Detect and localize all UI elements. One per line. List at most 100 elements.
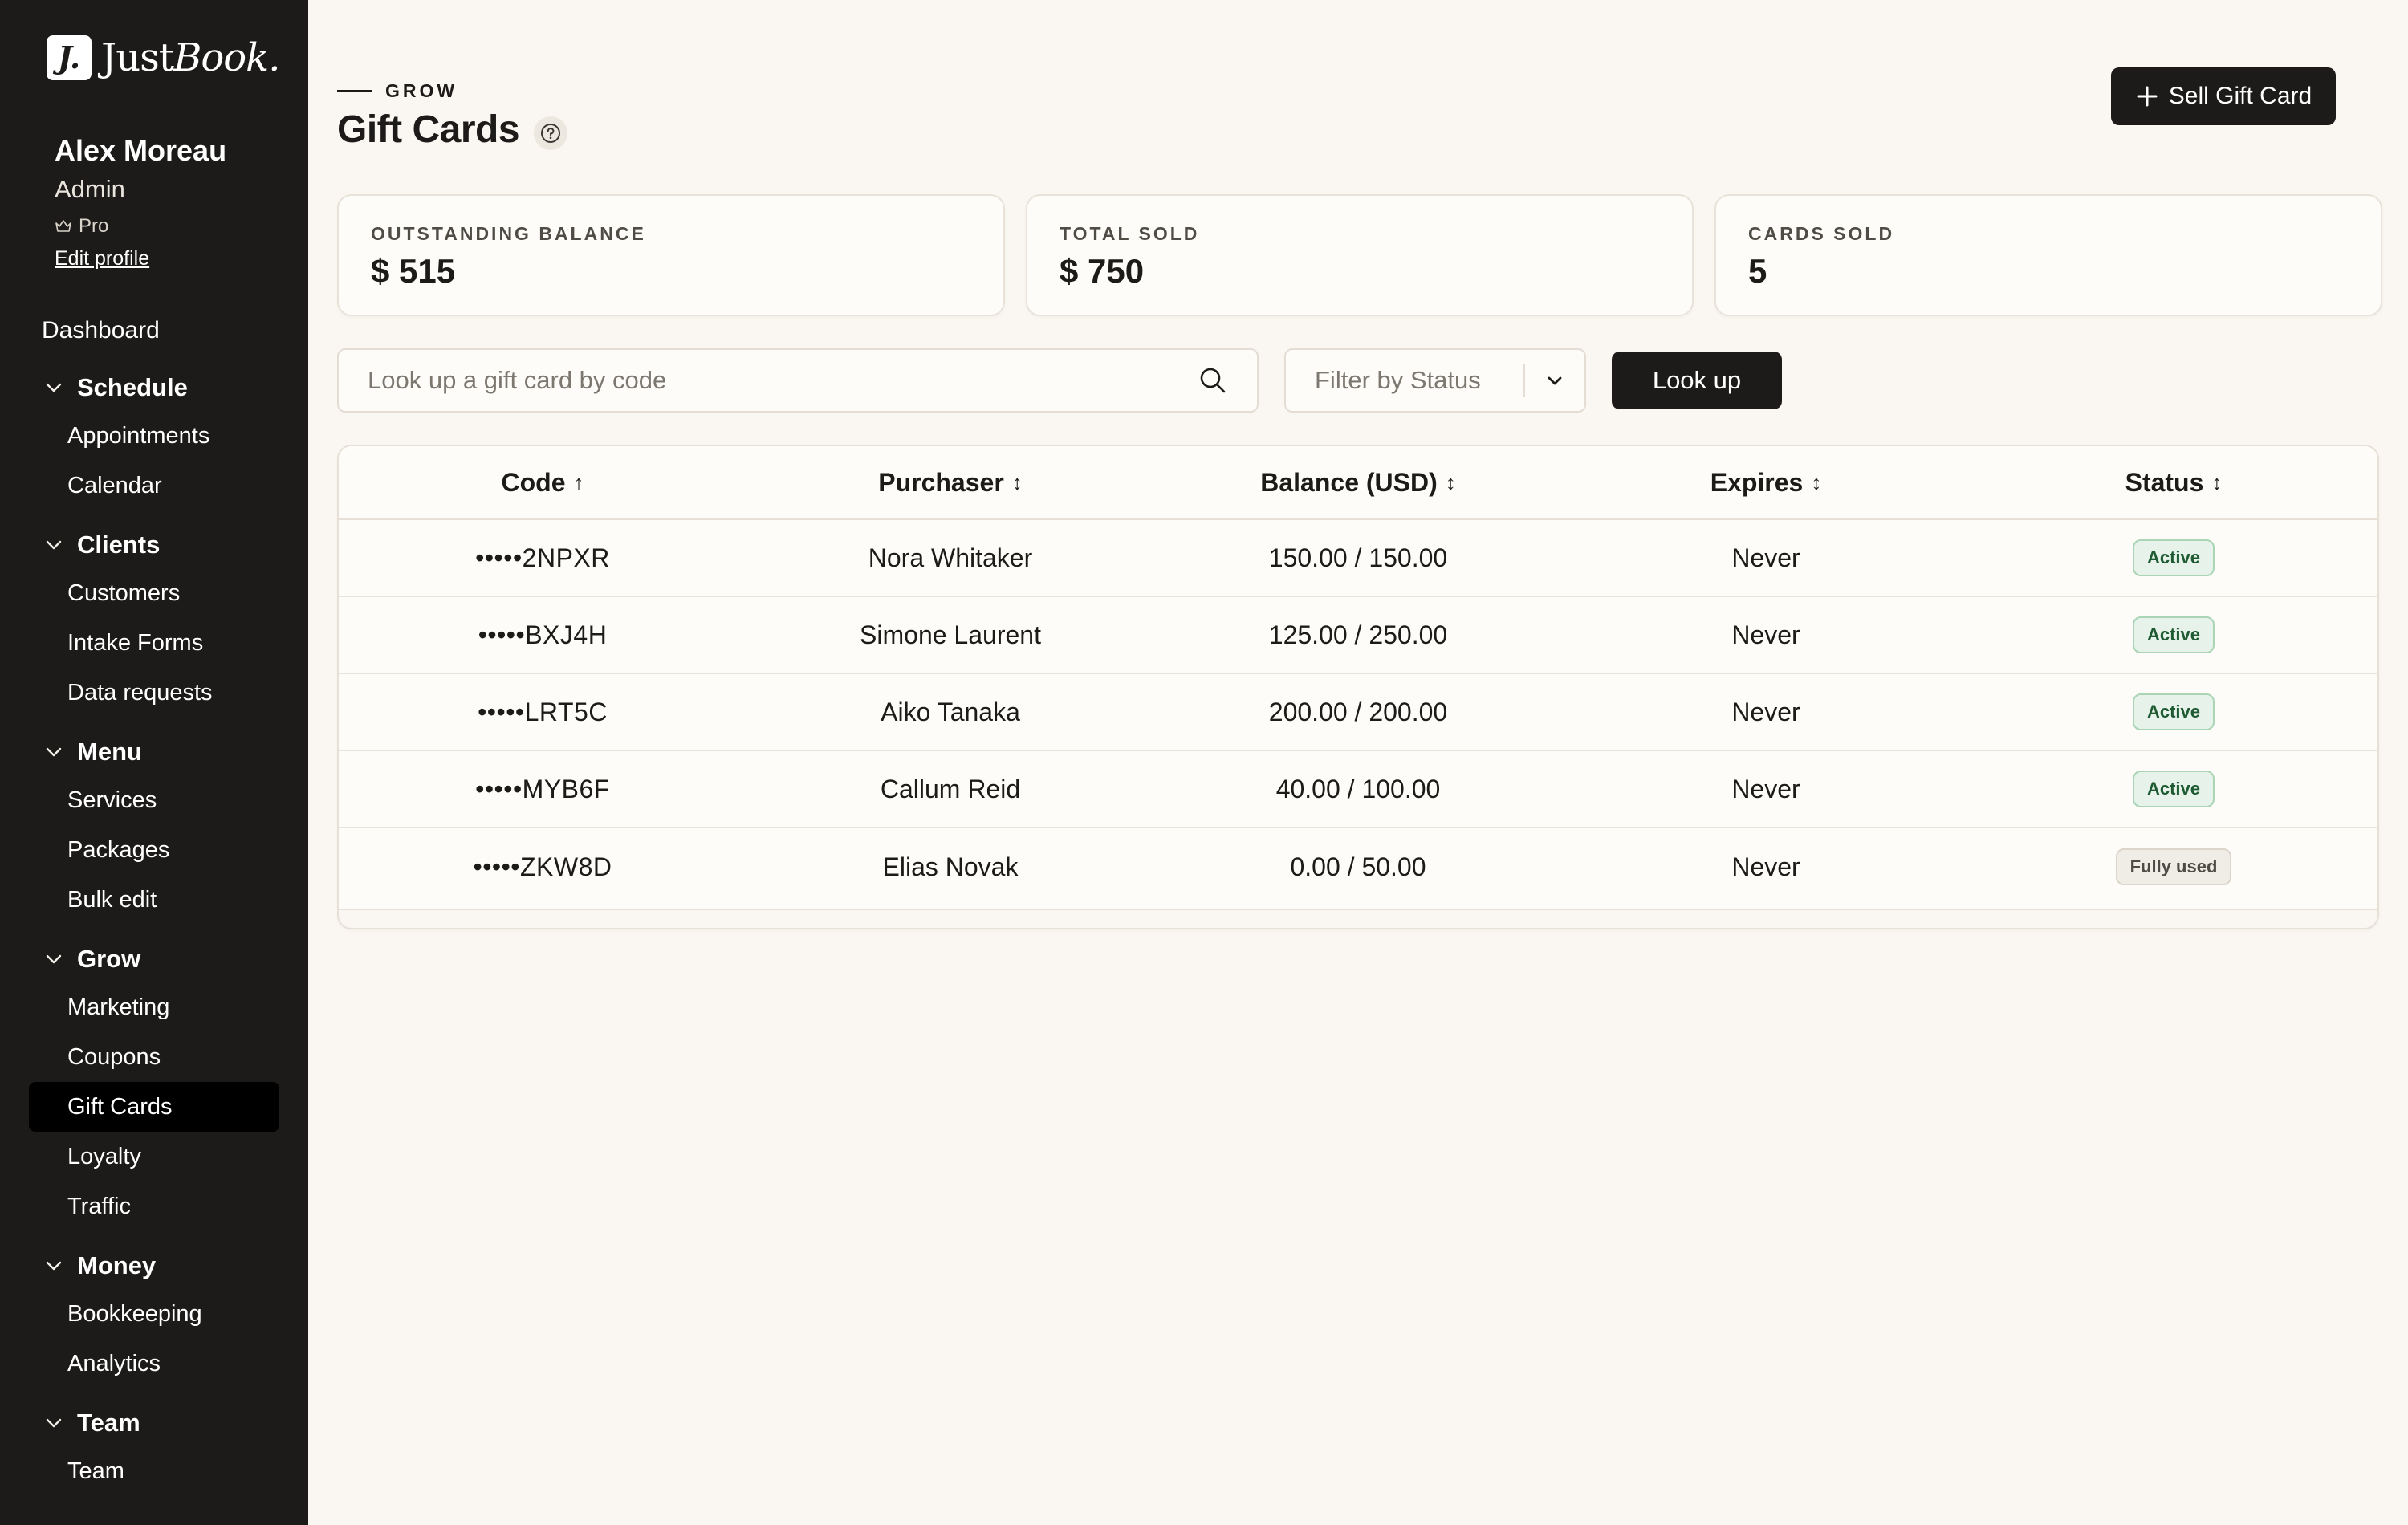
- sidebar-item-packages[interactable]: Packages: [0, 825, 308, 875]
- page-title-row: Gift Cards: [337, 108, 568, 152]
- eyebrow-label: GROW: [385, 80, 458, 101]
- column-header-purchaser[interactable]: Purchaser ↕: [746, 446, 1154, 518]
- sidebar-item-bulk-edit[interactable]: Bulk edit: [0, 875, 308, 925]
- sidebar-item-traffic[interactable]: Traffic: [0, 1181, 308, 1231]
- page-title: Gift Cards: [337, 108, 520, 151]
- brand-logo[interactable]: J. JustBook.: [47, 35, 281, 80]
- sidebar-nav: Dashboard Schedule Appointments Calendar Cl…: [0, 308, 308, 1496]
- cell-purchaser: Aiko Tanaka: [881, 697, 1020, 726]
- table-row[interactable]: •••••ZKW8D Elias Novak 0.00 / 50.00 Never Fu…: [339, 828, 2377, 905]
- cell-purchaser: Nora Whitaker: [868, 543, 1033, 572]
- sidebar-group-menu: Menu Services Packages Bulk edit: [0, 729, 308, 925]
- cell-purchaser: Callum Reid: [880, 774, 1021, 803]
- cell-code: •••••ZKW8D: [473, 852, 612, 881]
- sidebar-item-loyalty[interactable]: Loyalty: [0, 1132, 308, 1181]
- sidebar-item-analytics[interactable]: Analytics: [0, 1339, 308, 1389]
- table-body: Code ↑ Purchaser ↕ Balance (USD) ↕ Expires ↕…: [339, 446, 2377, 910]
- sidebar-item-calendar[interactable]: Calendar: [0, 461, 308, 510]
- status-badge: Active: [2132, 771, 2215, 807]
- sidebar-item-team[interactable]: Team: [0, 1446, 308, 1496]
- user-plan: Pro: [55, 212, 226, 241]
- eyebrow-divider: [337, 90, 372, 92]
- status-badge: Active: [2132, 539, 2215, 576]
- status-badge: Fully used: [2115, 848, 2232, 885]
- sidebar-item-coupons[interactable]: Coupons: [0, 1032, 308, 1082]
- sidebar-group-toggle[interactable]: Clients: [0, 522, 308, 568]
- sidebar-group-toggle[interactable]: Team: [0, 1400, 308, 1446]
- sidebar-group-schedule: Schedule Appointments Calendar: [0, 364, 308, 510]
- logo-mark: J.: [47, 35, 92, 80]
- sidebar-group-money: Money Bookkeeping Analytics: [0, 1242, 308, 1389]
- sidebar-item-marketing[interactable]: Marketing: [0, 982, 308, 1032]
- column-header-code[interactable]: Code ↑: [339, 446, 746, 518]
- cell-status: Active: [1970, 674, 2377, 750]
- search-box: [337, 348, 1259, 413]
- sidebar-item-services[interactable]: Services: [0, 775, 308, 825]
- sort-icon[interactable]: ↕: [1811, 470, 1821, 495]
- cell-expires: Never: [1731, 697, 1800, 726]
- sidebar: J. JustBook. Alex Moreau Admin Pro Edit …: [0, 0, 308, 1525]
- sidebar-item-gift-cards[interactable]: Gift Cards: [29, 1082, 279, 1132]
- look-up-button[interactable]: Look up: [1612, 352, 1782, 409]
- plus-icon: [2137, 86, 2158, 107]
- stat-outstanding-balance: OUTSTANDING BALANCE $ 515: [337, 194, 1005, 316]
- sidebar-group-label: Grow: [77, 945, 141, 973]
- sidebar-item-bookkeeping[interactable]: Bookkeeping: [0, 1289, 308, 1339]
- sidebar-item-customers[interactable]: Customers: [0, 568, 308, 618]
- chevron-down-icon[interactable]: [42, 376, 66, 400]
- section-eyebrow: GROW: [337, 80, 458, 102]
- column-header-expires[interactable]: Expires ↕: [1562, 446, 1970, 518]
- stat-label: TOTAL SOLD: [1060, 223, 1200, 244]
- status-badge: Active: [2132, 693, 2215, 730]
- table-row[interactable]: •••••BXJ4H Simone Laurent 125.00 / 250.00 N…: [339, 597, 2377, 674]
- user-plan-label: Pro: [79, 215, 109, 237]
- chevron-down-icon[interactable]: [42, 740, 66, 764]
- chevron-down-icon[interactable]: [1525, 370, 1584, 391]
- gift-card-code-input[interactable]: [368, 366, 1198, 395]
- chevron-down-icon[interactable]: [42, 947, 66, 971]
- sort-icon[interactable]: ↕: [2211, 470, 2222, 495]
- cell-code: •••••2NPXR: [475, 543, 610, 572]
- sidebar-item-data-requests[interactable]: Data requests: [0, 668, 308, 718]
- cell-balance: 200.00 / 200.00: [1268, 697, 1448, 726]
- cell-code: •••••MYB6F: [475, 774, 610, 803]
- edit-profile-link[interactable]: Edit profile: [55, 244, 149, 273]
- sidebar-group-clients: Clients Customers Intake Forms Data request…: [0, 522, 308, 718]
- stat-value: $ 750: [1060, 252, 1145, 290]
- sidebar-group-team: Team Team: [0, 1400, 308, 1496]
- sort-icon[interactable]: ↕: [1446, 470, 1456, 495]
- sidebar-group-toggle[interactable]: Money: [0, 1242, 308, 1289]
- sidebar-group-label: Clients: [77, 531, 161, 559]
- column-header-balance[interactable]: Balance (USD) ↕: [1154, 446, 1562, 518]
- stat-total-sold: TOTAL SOLD $ 750: [1026, 194, 1694, 316]
- cell-balance: 150.00 / 150.00: [1268, 543, 1448, 572]
- table-row[interactable]: •••••LRT5C Aiko Tanaka 200.00 / 200.00 Neve…: [339, 674, 2377, 751]
- lookup-toolbar: Filter by Status Look up: [337, 348, 1782, 413]
- sidebar-group-toggle[interactable]: Schedule: [0, 364, 308, 411]
- chevron-down-icon[interactable]: [42, 1411, 66, 1435]
- sort-icon[interactable]: ↕: [1012, 470, 1023, 495]
- sidebar-group-toggle[interactable]: Grow: [0, 936, 308, 982]
- column-header-status[interactable]: Status ↕: [1970, 446, 2377, 518]
- sell-gift-card-button[interactable]: Sell Gift Card: [2111, 67, 2336, 125]
- user-role: Admin: [55, 175, 125, 203]
- sidebar-item-intake-forms[interactable]: Intake Forms: [0, 618, 308, 668]
- sidebar-group-toggle[interactable]: Menu: [0, 729, 308, 775]
- help-icon[interactable]: [534, 116, 568, 150]
- stat-value: $ 515: [371, 252, 456, 290]
- chevron-down-icon[interactable]: [42, 533, 66, 557]
- logo-text: JustBook.: [101, 35, 281, 80]
- status-badge: Active: [2132, 616, 2215, 653]
- status-filter-select[interactable]: Filter by Status: [1284, 348, 1586, 413]
- search-icon[interactable]: [1198, 365, 1228, 396]
- table-row[interactable]: •••••2NPXR Nora Whitaker 150.00 / 150.00 Ne…: [339, 520, 2377, 597]
- cell-expires: Never: [1731, 543, 1800, 572]
- sidebar-item-appointments[interactable]: Appointments: [0, 411, 308, 461]
- cell-code: •••••LRT5C: [478, 697, 608, 726]
- chevron-down-icon[interactable]: [42, 1254, 66, 1278]
- table-header: Code ↑ Purchaser ↕ Balance (USD) ↕ Expires ↕…: [339, 446, 2377, 520]
- sort-ascending-icon[interactable]: ↑: [574, 470, 584, 495]
- sidebar-item-dashboard[interactable]: Dashboard: [0, 308, 308, 353]
- table-row[interactable]: •••••MYB6F Callum Reid 40.00 / 100.00 Never…: [339, 751, 2377, 828]
- gift-cards-table: Code ↑ Purchaser ↕ Balance (USD) ↕ Expires ↕…: [337, 445, 2379, 929]
